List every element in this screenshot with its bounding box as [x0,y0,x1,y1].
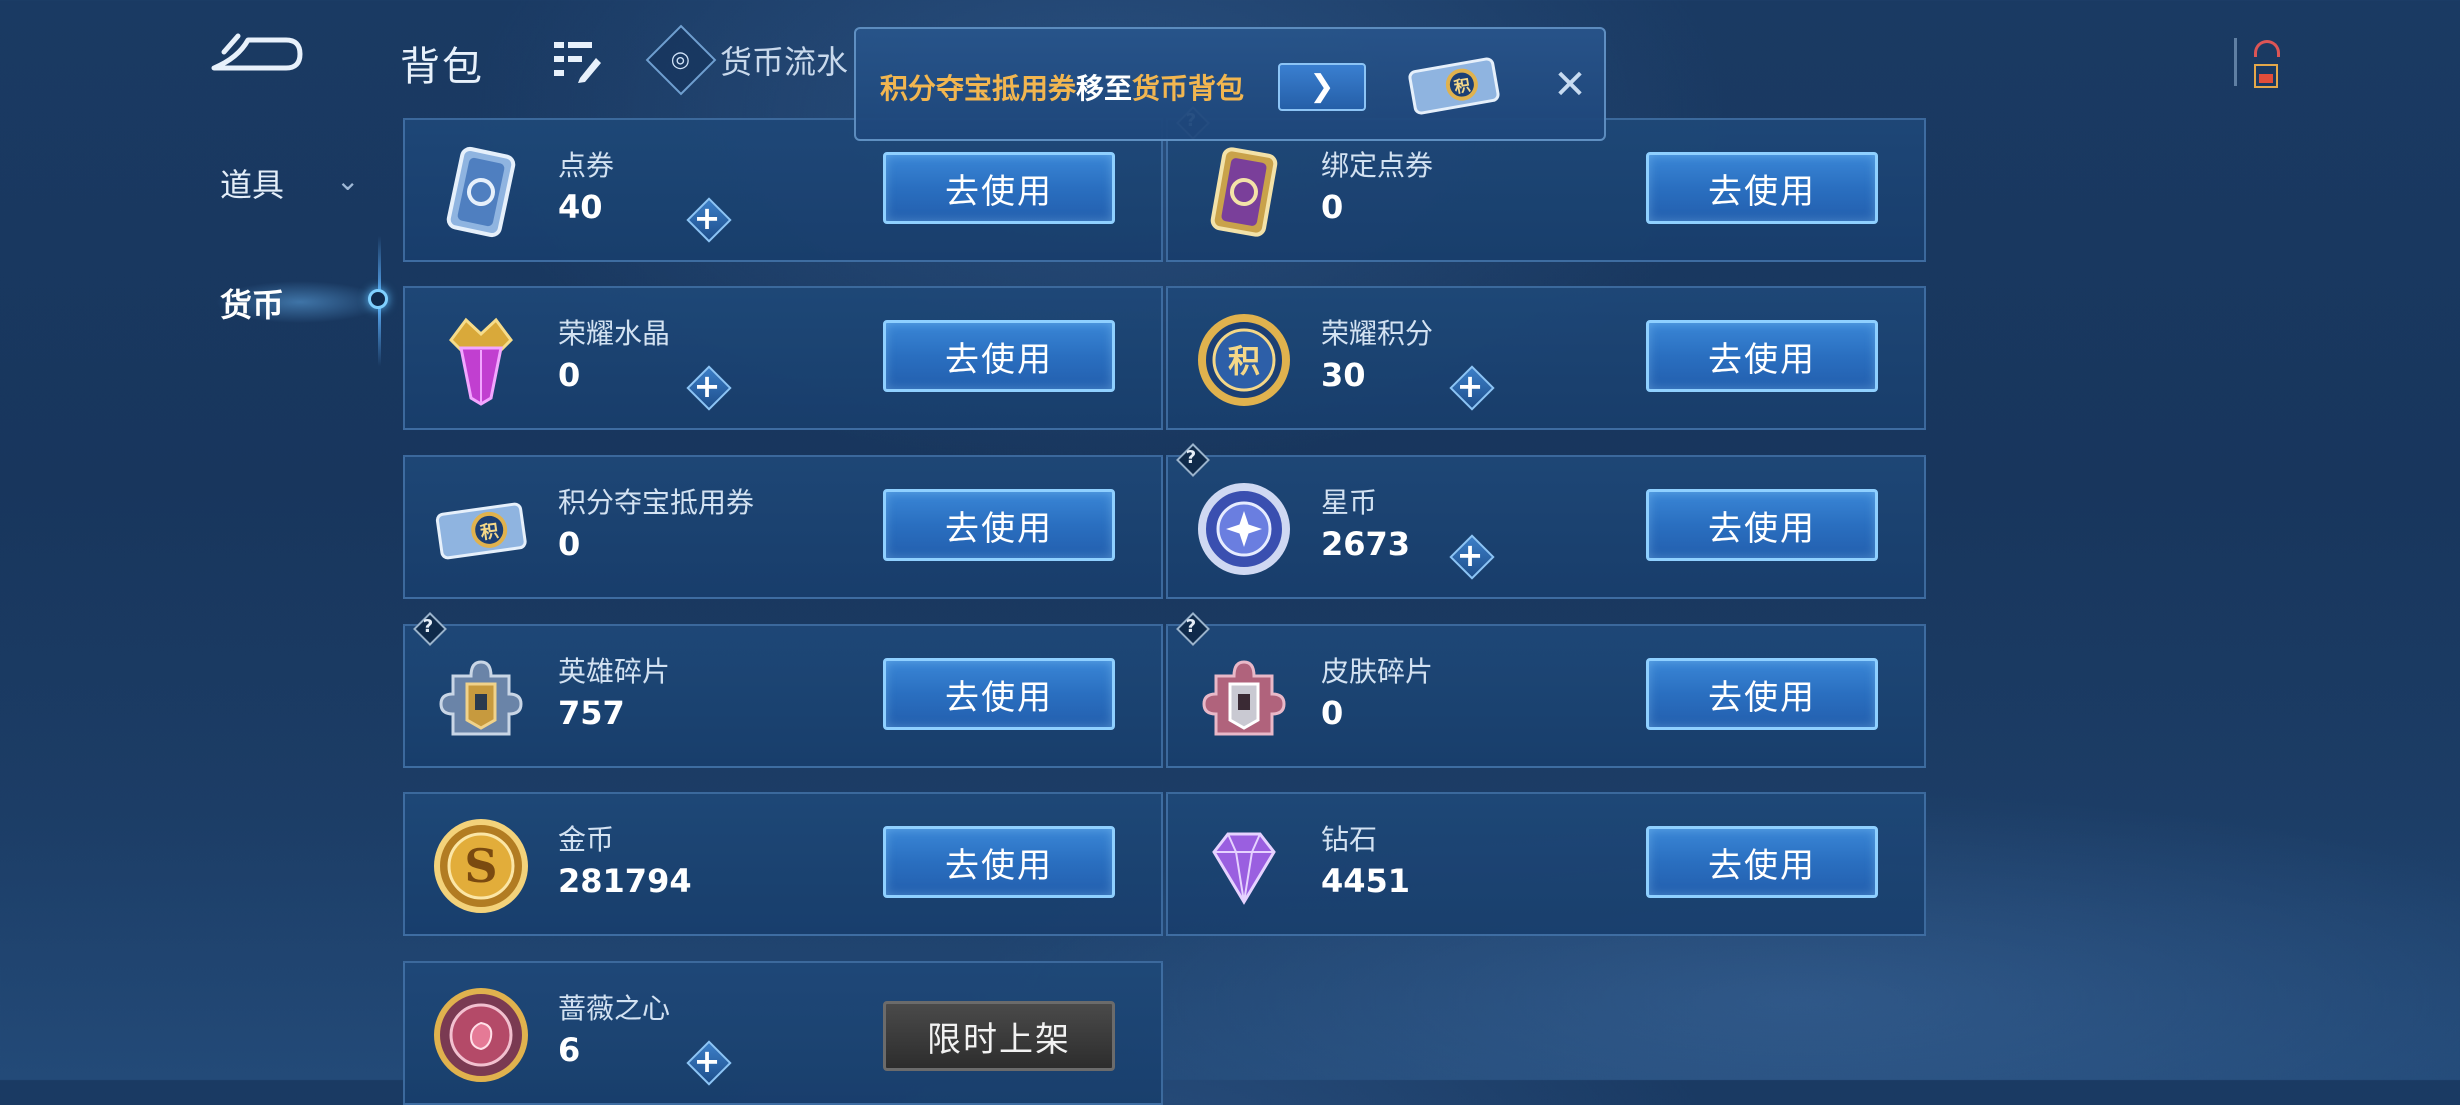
currency-name: 绑定点券 [1321,149,1434,182]
currency-count: 0 [558,356,581,394]
svg-text:积: 积 [479,521,500,544]
currency-card-gold-coin: S 金币 281794 去使用 [403,792,1163,936]
rose-heart-icon [434,988,528,1082]
currency-card-glory-crystal: 荣耀水晶 0 + 去使用 [403,286,1163,430]
currency-count: 281794 [558,862,692,900]
help-icon[interactable]: ? [1176,443,1210,477]
currency-flow-icon: ◎ [645,24,717,96]
currency-count: 0 [1321,188,1344,226]
use-button[interactable]: 去使用 [883,826,1115,898]
chevron-down-icon[interactable]: ⌄ [336,164,359,197]
ticket-icon [446,146,516,238]
use-button[interactable]: 去使用 [1646,152,1878,224]
move-notification: 积分夺宝抵用券移至货币背包 ❯ 积 ✕ [854,27,1606,141]
voucher-icon: 积 [1408,57,1500,115]
use-button[interactable]: 去使用 [883,320,1115,392]
svg-text:S: S [464,839,497,893]
use-button[interactable]: 去使用 [883,658,1115,730]
currency-count: 757 [558,694,625,732]
use-button[interactable]: 去使用 [1646,826,1878,898]
currency-name: 积分夺宝抵用券 [558,486,755,519]
voucher-icon: 积 [435,502,527,560]
help-icon[interactable]: ? [413,612,447,646]
currency-card-diamond: 钻石 4451 去使用 [1166,792,1926,936]
svg-text:积: 积 [1453,75,1472,96]
currency-count: 30 [1321,356,1366,394]
diamond-icon [1212,832,1276,905]
currency-count: 40 [558,188,603,226]
glory-points-icon: 积 [1198,314,1290,406]
skin-fragment-icon [1202,660,1286,736]
bound-ticket-icon [1210,147,1278,237]
svg-text:积: 积 [1228,342,1260,380]
add-glory-points-button[interactable]: + [1449,365,1495,411]
currency-count: 4451 [1321,862,1411,900]
use-button[interactable]: 去使用 [883,489,1115,561]
currency-card-voucher: 积 积分夺宝抵用券 0 去使用 [403,455,1163,599]
hero-fragment-icon [439,660,523,736]
currency-count: 0 [558,525,581,563]
currency-name: 点券 [558,149,615,182]
add-glory-crystal-button[interactable]: + [686,365,732,411]
use-button[interactable]: 去使用 [1646,489,1878,561]
currency-name: 钻石 [1321,823,1378,856]
currency-name: 星币 [1321,486,1378,519]
use-button[interactable]: 去使用 [883,152,1115,224]
sidebar-item-currency[interactable]: 货币 [220,280,284,326]
currency-card-star-coin: ? 星币 2673 + 去使用 [1166,443,1926,599]
tab-currency-flow[interactable]: ◎ 货币流水 [645,24,849,96]
currency-count: 0 [1321,694,1344,732]
currency-name: 荣耀水晶 [558,317,671,350]
add-rose-heart-button[interactable]: + [686,1040,732,1086]
back-icon[interactable] [208,30,308,78]
edit-icon[interactable] [552,38,602,84]
currency-name: 英雄碎片 [558,655,671,688]
notification-text: 积分夺宝抵用券移至货币背包 [880,72,1245,105]
close-icon[interactable]: ✕ [1546,57,1594,113]
currency-card-glory-points: 积 荣耀积分 30 + 去使用 [1166,286,1926,430]
gold-coin-icon: S [434,819,528,913]
go-to-button[interactable]: ❯ [1278,63,1366,111]
tab-currency-flow-label: 货币流水 [720,43,849,81]
currency-count: 6 [558,1031,581,1069]
use-button[interactable]: 去使用 [1646,320,1878,392]
sidebar-selected-indicator [368,289,388,309]
currency-card-rose-heart: 蔷薇之心 6 + 限时上架 [403,961,1163,1105]
glory-crystal-icon [449,317,513,406]
currency-name: 皮肤碎片 [1321,655,1434,688]
page-title: 背包 [400,44,484,90]
arrow-right-icon: ❯ [1309,69,1335,104]
limited-time-button[interactable]: 限时上架 [883,1001,1115,1071]
currency-card-hero-fragment: ? 英雄碎片 757 去使用 [403,612,1163,768]
currency-name: 荣耀积分 [1321,317,1434,350]
add-ticket-button[interactable]: + [686,197,732,243]
use-button[interactable]: 去使用 [1646,658,1878,730]
help-icon[interactable]: ? [1176,612,1210,646]
currency-card-skin-fragment: ? 皮肤碎片 0 去使用 [1166,612,1926,768]
currency-count: 2673 [1321,525,1411,563]
add-star-coin-button[interactable]: + [1449,534,1495,580]
currency-name: 蔷薇之心 [558,992,671,1025]
currency-name: 金币 [558,823,615,856]
star-coin-icon [1198,483,1290,575]
sidebar-item-props[interactable]: 道具 [220,160,284,206]
network-status-icon [2228,34,2282,90]
